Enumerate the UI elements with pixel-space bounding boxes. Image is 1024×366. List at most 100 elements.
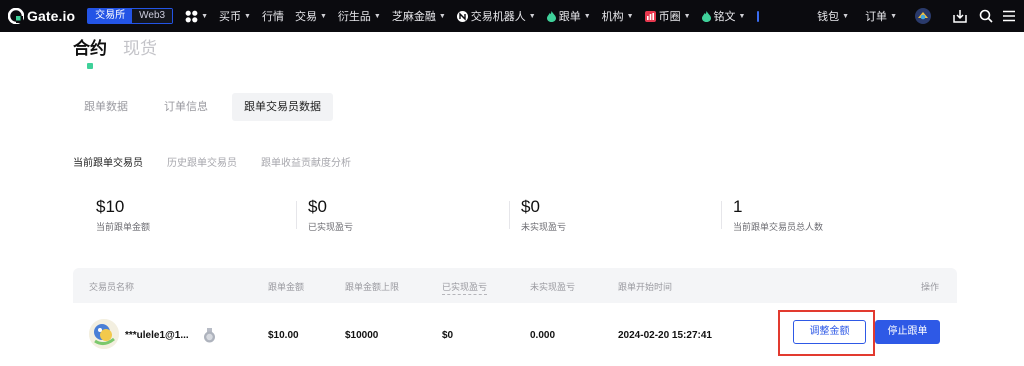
nav-item-label: 币圈 xyxy=(658,11,681,23)
stat-current-amount: $10 当前跟单金额 xyxy=(96,197,150,233)
tab-spot[interactable]: 现货 xyxy=(123,34,157,59)
stat-value: 1 xyxy=(733,197,743,216)
col-realized-pnl[interactable]: 已实现盈亏 xyxy=(442,280,488,295)
col-start-time: 跟单开始时间 xyxy=(618,282,673,292)
stat-value: $0 xyxy=(308,197,327,216)
nav-wallet[interactable]: 钱包 ▼ xyxy=(817,8,849,24)
nav-item-overflow[interactable] xyxy=(756,10,760,22)
tab-order-info[interactable]: 订单信息 xyxy=(152,93,220,121)
logo-text: Gate.io xyxy=(27,8,76,24)
tab-current-traders[interactable]: 当前跟单交易员 xyxy=(73,154,143,169)
stat-label: 当前跟单金额 xyxy=(96,222,151,232)
chevron-down-icon: ▼ xyxy=(890,12,897,20)
nav-item-inscriptions[interactable]: 铭文 ▼ xyxy=(701,8,746,24)
stat-realized-pnl: $0 已实现盈亏 xyxy=(308,197,353,233)
chevron-down-icon: ▼ xyxy=(583,12,591,20)
top-nav: Gate.io 交易所 Web3 ▼ 买币 ▼ 行情 交易 ▼ 衍生品 ▼ 芝麻… xyxy=(0,0,1024,32)
nav-item-crypto-circle[interactable]: 币圈 ▼ xyxy=(644,8,691,24)
divider xyxy=(721,201,722,229)
stat-unrealized-pnl: $0 未实现盈亏 xyxy=(521,197,566,233)
nav-item-institutional[interactable]: 机构 ▼ xyxy=(602,8,634,24)
stat-label: 已实现盈亏 xyxy=(308,222,354,232)
nav-item-finance[interactable]: 芝麻金融 ▼ xyxy=(392,8,446,24)
medal-icon xyxy=(204,328,215,343)
avatar-image xyxy=(89,319,119,349)
divider xyxy=(509,201,510,229)
chevron-down-icon: ▼ xyxy=(201,12,209,20)
user-avatar[interactable] xyxy=(915,8,931,24)
chevron-down-icon: ▼ xyxy=(626,12,634,20)
nav-item-buy-crypto[interactable]: 买币 ▼ xyxy=(219,8,251,24)
trader-avatar[interactable] xyxy=(89,319,119,349)
tab-trader-data[interactable]: 跟单交易员数据 xyxy=(232,93,333,121)
trader-name[interactable]: ***ulele1@1... xyxy=(125,330,189,341)
env-exchange-tab[interactable]: 交易所 xyxy=(88,9,133,23)
tab-history-traders[interactable]: 历史跟单交易员 xyxy=(167,154,237,169)
col-actions: 操作 xyxy=(921,282,940,292)
divider xyxy=(296,201,297,229)
nav-orders-label: 订单 xyxy=(865,11,888,23)
apps-grid-icon xyxy=(185,10,198,22)
chevron-down-icon: ▼ xyxy=(373,12,381,20)
stat-value: $0 xyxy=(521,197,540,216)
chevron-down-icon: ▼ xyxy=(438,12,446,20)
nav-right: 钱包 ▼ 订单 ▼ xyxy=(817,0,1024,32)
amount-limit: $10000 xyxy=(345,330,379,341)
col-amount-limit: 跟单金额上限 xyxy=(345,282,400,292)
realized-pnl: $0 xyxy=(442,330,454,341)
copy-amount: $10.00 xyxy=(268,330,299,341)
stats-summary: $10 当前跟单金额 $0 已实现盈亏 $0 未实现盈亏 1 当前跟单交易员总人… xyxy=(0,197,1024,237)
stat-value: $10 xyxy=(96,197,125,216)
nav-item-label: 行情 xyxy=(261,11,284,23)
search-icon xyxy=(979,9,993,23)
nav-item-markets[interactable]: 行情 xyxy=(262,8,284,24)
nav-item-trading-bot[interactable]: 交易机器人 ▼ xyxy=(456,8,536,24)
active-tab-indicator xyxy=(87,63,93,69)
menu-button[interactable] xyxy=(1002,10,1016,22)
nav-orders[interactable]: 订单 ▼ xyxy=(865,8,897,24)
nav-item-label: 铭文 xyxy=(713,11,736,23)
bot-icon xyxy=(456,10,468,22)
flame-icon xyxy=(546,10,556,22)
chevron-down-icon: ▼ xyxy=(738,12,746,20)
chevron-down-icon: ▼ xyxy=(319,12,327,20)
nav-item-label: 跟单 xyxy=(558,11,581,23)
search-button[interactable] xyxy=(979,9,993,23)
nav-item-derivatives[interactable]: 衍生品 ▼ xyxy=(338,8,381,24)
nav-item-label: 交易机器人 xyxy=(470,11,526,23)
col-unrealized-pnl: 未实现盈亏 xyxy=(530,282,576,292)
nav-item-label: 衍生品 xyxy=(337,11,371,23)
tab-copy-data[interactable]: 跟单数据 xyxy=(72,93,140,121)
chevron-down-icon: ▼ xyxy=(683,12,691,20)
stat-label: 未实现盈亏 xyxy=(521,222,567,232)
stop-copy-button[interactable]: 停止跟单 xyxy=(875,320,940,344)
tab-profit-contribution[interactable]: 跟单收益贡献度分析 xyxy=(261,154,351,169)
apps-menu[interactable]: ▼ xyxy=(185,10,208,23)
nav-item-copy-trading[interactable]: 跟单 ▼ xyxy=(546,8,591,24)
table-header: 交易员名称 跟单金额 跟单金额上限 已实现盈亏 未实现盈亏 跟单开始时间 操作 xyxy=(73,268,957,303)
tab-futures[interactable]: 合约 xyxy=(73,34,107,59)
nav-item-trade[interactable]: 交易 ▼ xyxy=(295,8,327,24)
chevron-down-icon: ▼ xyxy=(528,12,536,20)
gate-logo[interactable]: Gate.io xyxy=(8,8,75,24)
download-icon xyxy=(953,10,967,23)
chart-icon xyxy=(644,10,656,22)
download-button[interactable] xyxy=(953,9,967,23)
col-trader-name: 交易员名称 xyxy=(89,282,135,292)
nav-menu: ▼ 买币 ▼ 行情 交易 ▼ 衍生品 ▼ 芝麻金融 ▼ 交易机器人 ▼ 跟单 ▼… xyxy=(185,0,771,32)
highlight-box xyxy=(778,310,875,356)
stat-label: 当前跟单交易员总人数 xyxy=(733,222,824,232)
env-web3-tab[interactable]: Web3 xyxy=(132,9,173,23)
chevron-down-icon: ▼ xyxy=(842,12,850,20)
market-tabs: 合约 现货 xyxy=(73,34,157,59)
trader-tabs: 当前跟单交易员 历史跟单交易员 跟单收益贡献度分析 xyxy=(73,154,375,169)
section-tabs: 跟单数据 订单信息 跟单交易员数据 xyxy=(72,93,345,121)
overflow-icon xyxy=(757,10,760,22)
nav-item-label: 买币 xyxy=(219,11,242,23)
nav-item-label: 芝麻金融 xyxy=(391,11,436,23)
flame-icon xyxy=(701,10,711,22)
col-copy-amount: 跟单金额 xyxy=(268,282,305,292)
start-time: 2024-02-20 15:27:41 xyxy=(618,330,712,341)
env-switch: 交易所 Web3 xyxy=(87,8,174,24)
nav-item-label: 交易 xyxy=(294,11,317,23)
